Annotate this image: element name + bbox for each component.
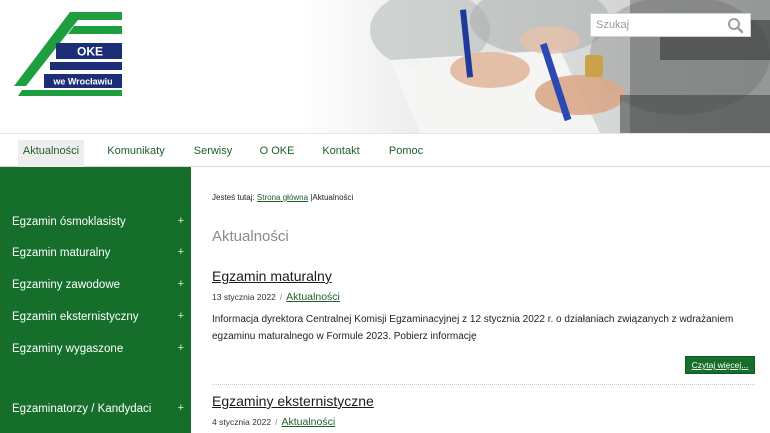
- sidebar-item-label: Egzaminy zawodowe: [12, 279, 121, 291]
- sidebar-item-label: Egzamin maturalny: [12, 247, 111, 259]
- nav-item-o-oke[interactable]: O OKE: [258, 140, 296, 167]
- article-date: 4 stycznia 2022: [212, 417, 272, 427]
- expand-icon[interactable]: +: [178, 246, 184, 258]
- article-title-link[interactable]: Egzaminy eksternistyczne: [212, 393, 374, 409]
- meta-separator: /: [279, 292, 283, 302]
- article-category-link[interactable]: Aktualności: [286, 291, 340, 303]
- expand-icon[interactable]: +: [178, 278, 184, 290]
- expand-icon[interactable]: +: [178, 310, 184, 322]
- svg-text:OKE: OKE: [77, 45, 103, 59]
- page-title: Aktualności: [212, 228, 289, 245]
- article-category-link[interactable]: Aktualności: [281, 416, 335, 428]
- article-date: 13 stycznia 2022: [212, 292, 276, 302]
- svg-text:we Wrocławiu: we Wrocławiu: [52, 77, 112, 87]
- article-title-link[interactable]: Egzamin maturalny: [212, 268, 332, 284]
- breadcrumb: Jesteś tutaj: Strona główna |Aktualności: [212, 193, 353, 202]
- article-meta: 4 stycznia 2022/Aktualności: [212, 416, 335, 428]
- sidebar-item-egzamin-maturalny[interactable]: Egzamin maturalny +: [0, 240, 191, 266]
- sidebar-item-egzaminy-zawodowe[interactable]: Egzaminy zawodowe +: [0, 272, 191, 298]
- search-box: [590, 13, 751, 37]
- read-more-button[interactable]: Czytaj więcej...: [685, 356, 755, 374]
- sidebar-item-label: Egzamin ósmoklasisty: [12, 216, 126, 228]
- nav-item-aktualnosci[interactable]: Aktualności: [18, 140, 84, 167]
- breadcrumb-home-link[interactable]: Strona główna: [257, 193, 308, 202]
- sidebar: Egzamin ósmoklasisty + Egzamin maturalny…: [0, 167, 191, 433]
- nav-item-kontakt[interactable]: Kontakt: [318, 140, 364, 167]
- main-content: Jesteś tutaj: Strona główna |Aktualności…: [212, 167, 757, 433]
- search-input[interactable]: [591, 14, 723, 36]
- sidebar-item-egzaminatorzy-kandydaci[interactable]: Egzaminatorzy / Kandydaci +: [0, 396, 191, 422]
- breadcrumb-prefix: Jesteś tutaj:: [212, 193, 255, 202]
- article-divider: [212, 384, 755, 385]
- nav-item-serwisy[interactable]: Serwisy: [188, 140, 238, 167]
- expand-icon[interactable]: +: [178, 402, 184, 414]
- article-excerpt: Informacja dyrektora Centralnej Komisji …: [212, 314, 734, 342]
- header: OKE we Wrocławiu: [0, 0, 770, 133]
- meta-separator: /: [275, 417, 278, 427]
- article-meta: 13 stycznia 2022/Aktualności: [212, 291, 340, 303]
- breadcrumb-current: Aktualności: [312, 193, 354, 202]
- sidebar-item-label: Egzaminatorzy / Kandydaci: [12, 403, 152, 415]
- expand-icon[interactable]: +: [178, 215, 184, 227]
- expand-icon[interactable]: +: [178, 342, 184, 354]
- nav-item-pomoc[interactable]: Pomoc: [386, 140, 426, 167]
- sidebar-item-label: Egzamin eksternistyczny: [12, 311, 139, 323]
- main-navigation: Aktualności Komunikaty Serwisy O OKE Kon…: [0, 133, 770, 167]
- sidebar-item-egzaminy-wygaszone[interactable]: Egzaminy wygaszone +: [0, 336, 191, 362]
- search-icon[interactable]: [727, 17, 744, 34]
- nav-item-komunikaty[interactable]: Komunikaty: [103, 140, 169, 167]
- sidebar-item-egzamin-eksternistyczny[interactable]: Egzamin eksternistyczny +: [0, 304, 191, 330]
- oke-logo[interactable]: OKE we Wrocławiu: [12, 10, 124, 96]
- sidebar-item-egzamin-osmoklasisty[interactable]: Egzamin ósmoklasisty +: [0, 209, 191, 235]
- sidebar-item-label: Egzaminy wygaszone: [12, 343, 124, 355]
